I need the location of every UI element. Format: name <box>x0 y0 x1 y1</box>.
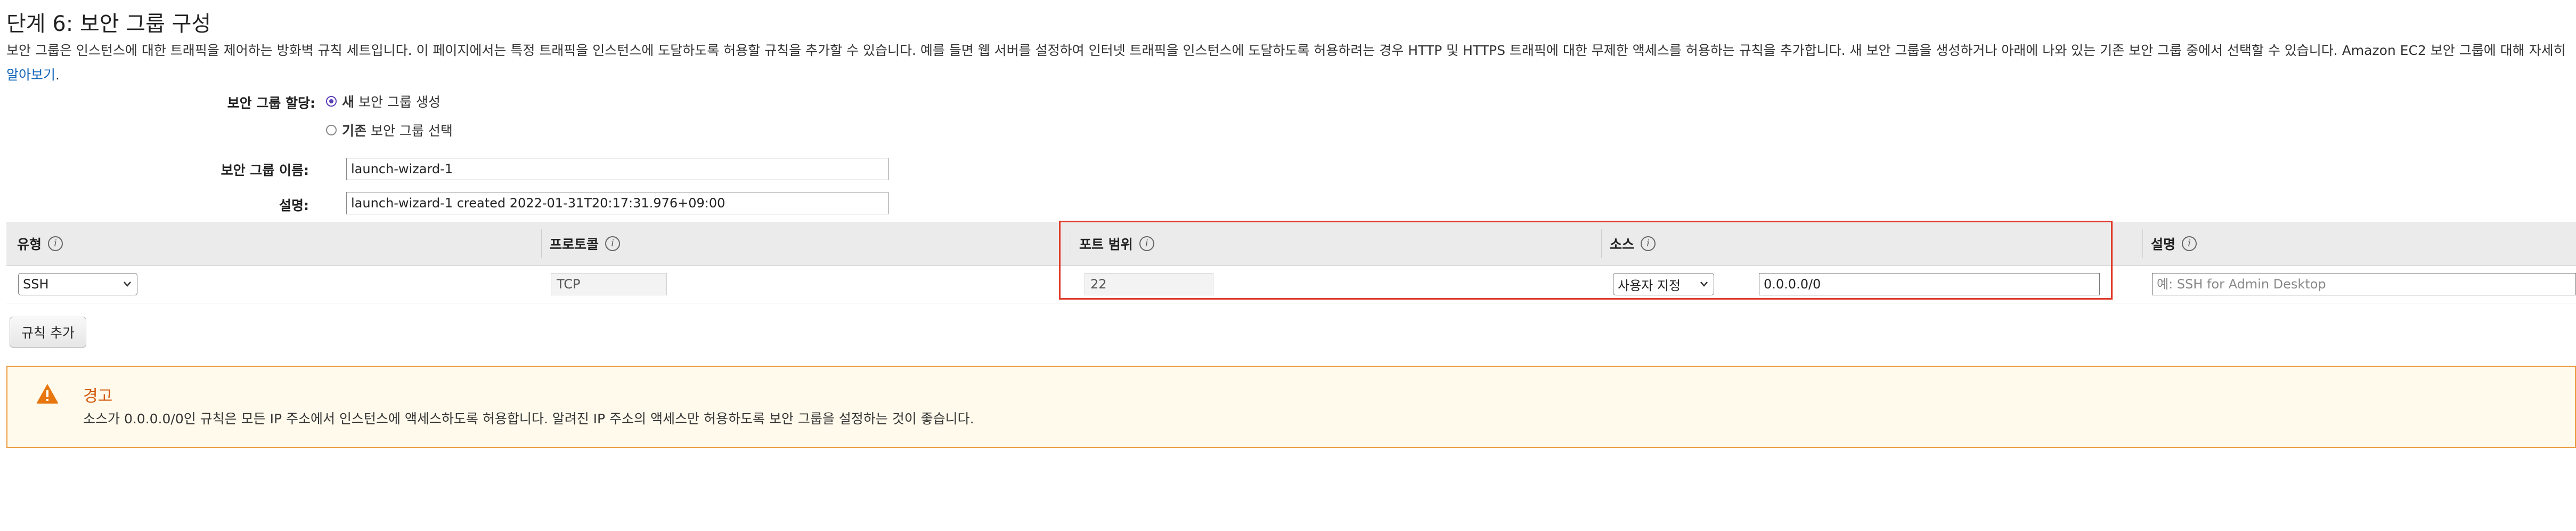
info-icon[interactable]: i <box>605 236 621 251</box>
info-icon[interactable]: i <box>48 236 63 251</box>
type-select[interactable]: SSH <box>18 273 137 295</box>
chevron-down-icon <box>124 281 131 287</box>
radio-new-rest: 보안 그룹 생성 <box>358 94 441 110</box>
header-type: 유형 i <box>17 222 63 266</box>
assign-label: 보안 그룹 할당: <box>227 95 315 111</box>
header-description-label: 설명 <box>2151 237 2176 252</box>
intro-paragraph: 보안 그룹은 인스턴스에 대한 트래픽을 제어하는 방화벽 규칙 세트입니다. … <box>6 38 2576 87</box>
column-divider <box>2142 229 2143 258</box>
header-description: 설명 i <box>2142 222 2197 266</box>
intro-text: 보안 그룹은 인스턴스에 대한 트래픽을 제어하는 방화벽 규칙 세트입니다. … <box>6 43 2566 58</box>
warning-title: 경고 <box>83 387 113 406</box>
intro-period: . <box>55 67 60 83</box>
warning-alert: 경고 소스가 0.0.0.0/0인 규칙은 모든 IP 주소에서 인스턴스에 액… <box>6 366 2576 448</box>
group-name-input[interactable] <box>346 158 888 180</box>
radio-new-group[interactable]: 새 보안 그룹 생성 <box>326 92 441 111</box>
page-title: 단계 6: 보안 그룹 구성 <box>6 12 211 36</box>
group-description-input[interactable] <box>346 192 888 214</box>
radio-existing-bold: 기존 <box>342 123 367 139</box>
group-name-label: 보안 그룹 이름: <box>221 163 309 178</box>
highlight-annotation <box>1059 221 2113 300</box>
info-icon[interactable]: i <box>2182 236 2197 251</box>
radio-existing-group[interactable]: 기존 보안 그룹 선택 <box>326 120 453 140</box>
rule-description-input[interactable] <box>2152 273 2576 295</box>
description-label: 설명: <box>279 198 309 213</box>
type-select-value: SSH <box>23 277 49 292</box>
warning-triangle-icon <box>37 384 58 404</box>
learn-more-link[interactable]: 알아보기 <box>6 67 55 83</box>
header-protocol-label: 프로토콜 <box>550 237 599 252</box>
radio-new-bold: 새 <box>342 94 355 110</box>
radio-existing-label: 기존 보안 그룹 선택 <box>342 120 453 140</box>
column-divider <box>541 229 542 258</box>
radio-new-button[interactable] <box>326 96 337 107</box>
header-type-label: 유형 <box>17 237 42 252</box>
protocol-field: TCP <box>551 273 667 295</box>
radio-new-label: 새 보안 그룹 생성 <box>342 92 441 111</box>
warning-text: 소스가 0.0.0.0/0인 규칙은 모든 IP 주소에서 인스턴스에 액세스하… <box>83 411 974 427</box>
radio-existing-button[interactable] <box>326 125 337 135</box>
add-rule-button[interactable]: 규칙 추가 <box>10 317 86 348</box>
header-protocol: 프로토콜 i <box>541 222 621 266</box>
radio-existing-rest: 보안 그룹 선택 <box>370 123 453 139</box>
